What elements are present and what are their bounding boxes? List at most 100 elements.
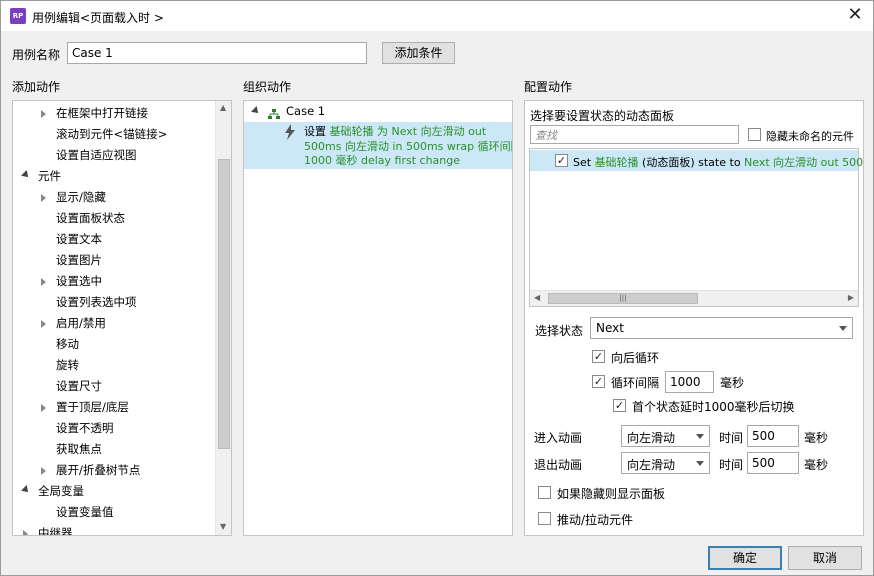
interval-checkbox[interactable]: ✓ — [592, 375, 605, 388]
scroll-down-icon[interactable]: ▼ — [220, 522, 226, 531]
action-detail-3: 1000 毫秒 delay first change — [304, 154, 461, 167]
exit-animation-dropdown[interactable]: 向左滑动 — [621, 452, 710, 474]
action-tree-item[interactable]: 获取焦点 — [13, 439, 213, 460]
action-tree-item-label: 置于顶层/底层 — [56, 400, 129, 414]
close-icon[interactable]: ✕ — [843, 5, 867, 27]
enter-time-unit: 毫秒 — [804, 431, 829, 445]
dynamic-panel-row-checkbox[interactable]: ✓ — [555, 154, 568, 167]
first-delay-checkbox[interactable]: ✓ — [613, 399, 626, 412]
show-if-hidden-checkbox[interactable] — [538, 486, 551, 499]
action-tree-item[interactable]: 设置文本 — [13, 229, 213, 250]
action-tree-item-label: 旋转 — [56, 358, 79, 372]
dynamic-panel-row-text: Set 基础轮播 (动态面板) state to Next 向左滑动 out 5… — [573, 156, 864, 169]
action-tree-item-label: 展开/折叠树节点 — [56, 463, 141, 477]
organize-actions-panel[interactable]: Case 1 设置 基础轮播 为 Next 向左滑动 out 500ms 向左滑… — [243, 100, 513, 536]
case-node-icon — [268, 106, 280, 119]
expand-arrow-icon[interactable] — [41, 110, 46, 118]
enter-animation-dropdown[interactable]: 向左滑动 — [621, 425, 710, 447]
hscroll-thumb[interactable]: ||| — [548, 293, 698, 304]
action-tree-item[interactable]: 元件 — [13, 166, 213, 187]
collapse-arrow-icon[interactable] — [21, 485, 31, 495]
action-tree-item[interactable]: 全局变量 — [13, 481, 213, 502]
expand-arrow-icon[interactable] — [41, 404, 46, 412]
action-tree-item[interactable]: 设置变量值 — [13, 502, 213, 523]
dynamic-panel-row[interactable]: ✓ Set 基础轮播 (动态面板) state to Next 向左滑动 out… — [530, 150, 863, 171]
action-tree-item-label: 设置文本 — [56, 232, 102, 246]
action-tree-item[interactable]: 设置选中 — [13, 271, 213, 292]
action-tree-item[interactable]: 在框架中打开链接 — [13, 103, 213, 124]
action-tree-item[interactable]: 设置面板状态 — [13, 208, 213, 229]
expand-arrow-icon[interactable] — [41, 467, 46, 475]
case-name-input[interactable]: Case 1 — [67, 42, 367, 64]
show-if-hidden-label: 如果隐藏则显示面板 — [557, 487, 666, 501]
case-name-label: 用例名称 — [12, 48, 61, 62]
action-tree-item-label: 显示/隐藏 — [56, 190, 106, 204]
action-tree-item-label: 启用/禁用 — [56, 316, 106, 330]
lightning-icon — [284, 124, 296, 140]
add-condition-button[interactable]: 添加条件 — [382, 42, 455, 64]
search-input[interactable]: 查找 — [530, 125, 739, 144]
action-tree-item[interactable]: 设置图片 — [13, 250, 213, 271]
enter-time-input[interactable]: 500 — [747, 425, 799, 447]
dynamic-panel-list[interactable]: ✓ Set 基础轮播 (动态面板) state to Next 向左滑动 out… — [529, 148, 863, 307]
action-tree-item[interactable]: 启用/禁用 — [13, 313, 213, 334]
tree-vertical-scrollbar[interactable]: ▲ ▼ — [215, 101, 231, 535]
action-tree-item-label: 设置列表选中项 — [56, 295, 137, 309]
push-pull-checkbox[interactable] — [538, 512, 551, 525]
action-tree-item[interactable]: 旋转 — [13, 355, 213, 376]
case-node-label: Case 1 — [286, 104, 326, 118]
action-detail-2: 500ms 向左滑动 in 500ms wrap 循环间隔 — [304, 139, 513, 153]
list-horizontal-scrollbar[interactable]: ◀ ||| ▶ — [530, 290, 858, 306]
action-tree-item-label: 滚动到元件<锚链接> — [56, 127, 168, 141]
collapse-arrow-icon[interactable] — [21, 170, 31, 180]
expand-arrow-icon[interactable] — [41, 194, 46, 202]
organize-actions-heading: 组织动作 — [243, 80, 292, 94]
action-tree-item-label: 设置自适应视图 — [56, 148, 137, 162]
hide-unnamed-label: 隐藏未命名的元件 — [766, 130, 854, 143]
expand-arrow-icon[interactable] — [41, 278, 46, 286]
select-state-value: Next — [596, 321, 624, 335]
cancel-button[interactable]: 取消 — [788, 546, 862, 570]
app-icon: RP — [10, 8, 26, 24]
action-tree-item[interactable]: 显示/隐藏 — [13, 187, 213, 208]
enter-animation-label: 进入动画 — [534, 431, 583, 445]
interval-label: 循环间隔 — [611, 376, 660, 390]
hide-unnamed-checkbox[interactable] — [748, 128, 761, 141]
action-tree-item[interactable]: 中继器 — [13, 523, 213, 536]
exit-animation-value: 向左滑动 — [627, 458, 676, 472]
action-tree-item-label: 设置图片 — [56, 253, 102, 267]
action-tree-item-label: 设置面板状态 — [56, 211, 125, 225]
action-tree-item[interactable]: 置于顶层/底层 — [13, 397, 213, 418]
action-tree-item[interactable]: 设置自适应视图 — [13, 145, 213, 166]
select-state-dropdown[interactable]: Next — [590, 317, 853, 339]
expand-arrow-icon[interactable] — [251, 106, 261, 116]
action-tree-item-label: 元件 — [38, 169, 61, 183]
scroll-up-icon[interactable]: ▲ — [220, 103, 226, 112]
expand-arrow-icon[interactable] — [23, 530, 28, 535]
enter-time-label: 时间 — [719, 431, 744, 445]
action-tree-item-label: 全局变量 — [38, 484, 84, 498]
chevron-down-icon — [839, 326, 847, 331]
action-tree-item[interactable]: 移动 — [13, 334, 213, 355]
wrap-label: 向后循环 — [611, 351, 660, 365]
action-tree-item[interactable]: 设置尺寸 — [13, 376, 213, 397]
ok-button[interactable]: 确定 — [708, 546, 782, 570]
scroll-right-icon[interactable]: ▶ — [848, 293, 854, 302]
scroll-left-icon[interactable]: ◀ — [534, 293, 540, 302]
action-tree-item[interactable]: 设置列表选中项 — [13, 292, 213, 313]
action-tree-item-label: 中继器 — [38, 526, 73, 536]
expand-arrow-icon[interactable] — [41, 320, 46, 328]
exit-time-input[interactable]: 500 — [747, 452, 799, 474]
scrollbar-thumb[interactable] — [218, 159, 230, 449]
add-actions-tree[interactable]: ▲ ▼ 在框架中打开链接滚动到元件<锚链接> 设置自适应视图元件显示/隐藏设置面板… — [12, 100, 232, 536]
action-tree-item[interactable]: 滚动到元件<锚链接> — [13, 124, 213, 145]
chevron-down-icon — [696, 434, 704, 439]
action-tree-item[interactable]: 设置不透明 — [13, 418, 213, 439]
case-editor-dialog: RP 用例编辑<页面载入时 > ✕ 用例名称 Case 1 添加条件 添加动作 … — [0, 0, 874, 576]
selected-action-item[interactable]: 设置 基础轮播 为 Next 向左滑动 out 500ms 向左滑动 in 50… — [244, 122, 512, 169]
action-detail-1: 为 Next 向左滑动 out — [373, 125, 487, 138]
wrap-checkbox[interactable]: ✓ — [592, 350, 605, 363]
interval-input[interactable]: 1000 — [665, 371, 714, 393]
add-actions-heading: 添加动作 — [12, 80, 61, 94]
action-tree-item[interactable]: 展开/折叠树节点 — [13, 460, 213, 481]
